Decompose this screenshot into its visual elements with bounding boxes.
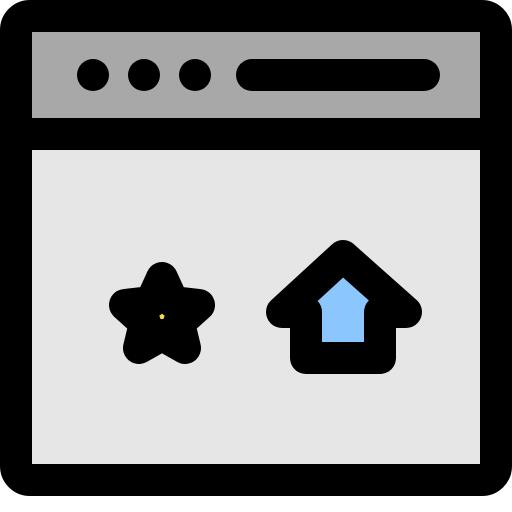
star-icon [109,262,215,364]
window-dot-3 [179,59,211,91]
browser-window-icon [0,0,512,496]
window-dot-2 [128,59,160,91]
browser-window-illustration [0,0,512,512]
window-dot-1 [77,59,109,91]
